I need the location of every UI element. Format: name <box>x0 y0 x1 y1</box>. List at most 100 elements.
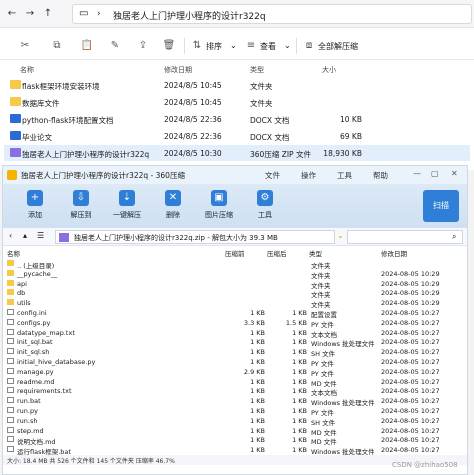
folder-icon <box>10 80 21 89</box>
close-icon[interactable]: ✕ <box>451 169 458 178</box>
zip-name: utils <box>17 299 31 308</box>
file-list-header: 名称 修改日期 类型 大小 <box>0 62 474 76</box>
copy-icon[interactable]: ⧉ <box>50 39 64 53</box>
up-icon[interactable]: ↑ <box>40 6 56 22</box>
zip-row[interactable]: config.ini 1 KB 1 KB 配置设置 2024-08-05 10:27 <box>3 308 467 319</box>
chevron-down-icon: ⌄ <box>230 41 237 50</box>
zip-row[interactable]: __pycache__ 文件夹 2024-08-05 10:29 <box>3 269 467 280</box>
rename-icon[interactable]: ✎ <box>108 39 122 53</box>
col-modified[interactable]: 修改日期 <box>164 65 192 75</box>
menu-tools[interactable]: 工具 <box>337 170 352 181</box>
menu-help[interactable]: 帮助 <box>373 170 388 181</box>
zip-row[interactable]: run.bat 1 KB 1 KB Windows 批处理文件 2024-08-05 1… <box>3 396 467 407</box>
col-type[interactable]: 类型 <box>309 248 322 258</box>
file-icon <box>7 358 14 364</box>
zip-name: __pycache__ <box>17 269 58 278</box>
file-icon <box>7 309 14 315</box>
file-explorer: ← → ↑ ▭ › 独居老人上门护理小程序的设计r322q ✂ ⧉ 📋 ✎ ⇪ … <box>0 0 474 170</box>
tool-button-4[interactable]: ▣ 图片压缩 <box>199 188 239 226</box>
zip-c: 1 KB <box>250 436 265 445</box>
tool-button-0[interactable]: + 添加 <box>15 188 55 226</box>
view-button[interactable]: 查看 <box>260 41 276 52</box>
file-row[interactable]: 独居老人上门护理小程序的设计r322q 2024/8/5 10:30 360压缩 Z… <box>4 145 470 161</box>
file-icon <box>7 328 14 335</box>
zip-row[interactable]: init_sql.sh 1 KB 1 KB SH 文件 2024-08-05 10:27 <box>3 347 467 358</box>
zip-c: 1 KB <box>250 309 265 317</box>
zip-s: 1 KB <box>292 397 307 406</box>
zip-s: 1 KB <box>292 348 307 357</box>
zip-c: 1 KB <box>250 446 265 455</box>
zip-row[interactable]: datatype_map.txt 1 KB 1 KB 文本文档 2024-08-05 1… <box>3 328 467 339</box>
zip-search-input[interactable]: ⌕ <box>347 230 463 244</box>
zip-date: 2024-08-05 10:29 <box>381 279 440 288</box>
zip-s: 1 KB <box>292 387 307 396</box>
minimize-icon[interactable]: — <box>413 169 421 178</box>
zip-row[interactable]: db 文件夹 2024-08-05 10:29 <box>3 288 467 299</box>
zip-date: 2024-08-05 10:29 <box>381 289 440 298</box>
zip-c: 1 KB <box>250 397 265 406</box>
zip-row[interactable]: requirements.txt 1 KB 1 KB 文本文档 2024-08-05 1… <box>3 386 467 397</box>
zip-row[interactable]: 运行flask框架.bat 1 KB 1 KB Windows 批处理文件 2024-0… <box>3 445 467 456</box>
list-icon[interactable]: ☰ <box>37 231 44 240</box>
zip-c: 1 KB <box>250 377 265 386</box>
file-icon <box>7 397 14 404</box>
zip-row[interactable]: run.sh 1 KB 1 KB SH 文件 2024-08-05 10:27 <box>3 416 467 427</box>
zip-row[interactable]: api 文件夹 2024-08-05 10:29 <box>3 279 467 290</box>
zip-row[interactable]: 说明文档.md 1 KB 1 KB MD 文件 2024-08-05 10:27 <box>3 435 467 446</box>
zip-row[interactable]: init_sql.bat 1 KB 1 KB Windows 批处理文件 2024-08… <box>3 337 467 348</box>
file-row[interactable]: 毕业论文 2024/8/5 22:36 DOCX 文档 69 KB <box>4 128 470 144</box>
breadcrumb[interactable]: ▭ › 独居老人上门护理小程序的设计r322q <box>72 4 472 24</box>
file-name: 毕业论文 <box>22 133 52 142</box>
maximize-icon[interactable]: ▢ <box>431 169 439 178</box>
search-icon[interactable]: ⌕ <box>452 232 456 242</box>
zip-row[interactable]: manage.py 2.9 KB 1 KB PY 文件 2024-08-05 10:27 <box>3 367 467 378</box>
zip-row[interactable]: run.py 1 KB 1 KB PY 文件 2024-08-05 10:27 <box>3 406 467 417</box>
zip-row[interactable]: readme.md 1 KB 1 KB MD 文件 2024-08-05 10:27 <box>3 377 467 388</box>
zip-path-field[interactable]: 独居老人上门护理小程序的设计r322q.zip - 解包大小为 39.3 MB <box>55 230 335 244</box>
sort-button[interactable]: 排序 <box>206 41 222 52</box>
file-icon <box>7 407 14 413</box>
sort-icon[interactable]: ⇅ <box>190 39 204 53</box>
folder-icon <box>7 279 14 286</box>
col-type[interactable]: 类型 <box>250 65 264 75</box>
col-size[interactable]: 大小 <box>322 65 336 75</box>
scan-button[interactable]: 扫描 <box>423 190 459 222</box>
extract-icon[interactable]: ⧈ <box>302 39 316 53</box>
chevron-down-icon[interactable]: ⌄ <box>337 231 344 240</box>
tool-button-3[interactable]: ✕ 删除 <box>153 188 193 226</box>
zip-date: 2024-08-05 10:27 <box>381 416 440 425</box>
chevron-right-icon: › <box>97 9 101 19</box>
zip-titlebar: 独居老人上门护理小程序的设计r322q - 360压缩 文件 操作 工具 帮助 … <box>3 166 467 184</box>
share-icon[interactable]: ⇪ <box>136 39 150 53</box>
menu-file[interactable]: 文件 <box>265 170 280 181</box>
tool-button-2[interactable]: ⇣ 一键解压 <box>107 188 147 226</box>
zip-row[interactable]: initial_hive_database.py 1 KB 1 KB PY 文件 202… <box>3 357 467 368</box>
zip-row[interactable]: step.md 1 KB 1 KB MD 文件 2024-08-05 10:27 <box>3 426 467 437</box>
zip-date: 2024-08-05 10:27 <box>381 397 440 406</box>
zip-date: 2024-08-05 10:27 <box>381 367 440 376</box>
file-row[interactable]: python-flask环境配置文档 2024/8/5 22:36 DOCX 文档 1… <box>4 111 470 127</box>
file-row[interactable]: 数据库文件 2024/8/5 10:45 文件夹 <box>4 94 470 110</box>
col-size[interactable]: 压缩后 <box>267 248 287 258</box>
back-icon[interactable]: ‹ <box>9 231 12 240</box>
col-compressed[interactable]: 压缩前 <box>225 248 245 258</box>
tool-button-5[interactable]: ⚙ 工具 <box>245 188 285 226</box>
col-modified[interactable]: 修改日期 <box>381 248 407 258</box>
up-icon[interactable]: ▴ <box>23 231 27 240</box>
tool-button-1[interactable]: ⇩ 解压到 <box>61 188 101 226</box>
view-icon[interactable]: ≡ <box>244 39 258 53</box>
zip-row[interactable]: configs.py 3.3 KB 1.5 KB PY 文件 2024-08-05 10… <box>3 318 467 329</box>
paste-icon[interactable]: 📋 <box>80 39 94 53</box>
col-name[interactable]: 名称 <box>20 65 34 75</box>
delete-icon[interactable]: 🗑 <box>162 39 176 53</box>
menu-operate[interactable]: 操作 <box>301 170 316 181</box>
cut-icon[interactable]: ✂ <box>18 39 32 53</box>
col-name[interactable]: 名称 <box>7 248 20 258</box>
zip-row[interactable]: utils 文件夹 2024-08-05 10:29 <box>3 298 467 309</box>
zip-row[interactable]: .. (上级目录) 文件夹 <box>3 259 467 270</box>
back-icon[interactable]: ← <box>4 6 20 22</box>
zip-date: 2024-08-05 10:29 <box>381 269 440 278</box>
forward-icon[interactable]: → <box>22 6 38 22</box>
extract-all-button[interactable]: 全部解压缩 <box>318 41 358 52</box>
file-row[interactable]: flask框架环境安装环境 2024/8/5 10:45 文件夹 <box>4 77 470 93</box>
